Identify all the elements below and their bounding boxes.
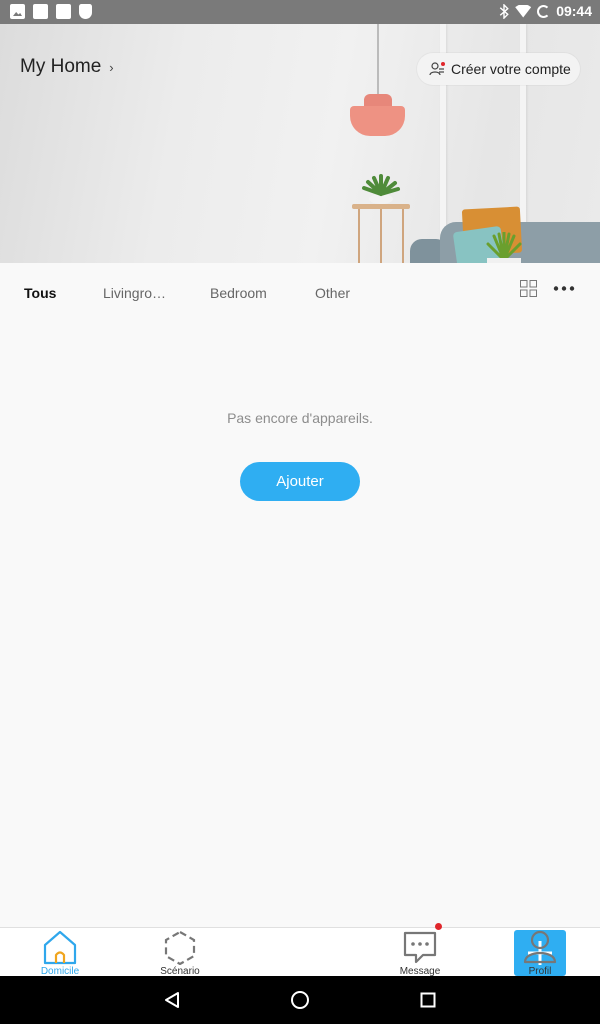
- shield-icon: [79, 4, 92, 19]
- home-circle-icon[interactable]: [290, 990, 310, 1010]
- empty-state-message: Pas encore d'appareils.: [227, 410, 373, 426]
- wifi-icon: [515, 4, 532, 18]
- back-icon[interactable]: [163, 991, 181, 1009]
- bottom-navigation: Domicile Scénario Message Profil: [0, 927, 600, 977]
- nav-item-profil[interactable]: Profil: [480, 928, 600, 977]
- nav-item-message[interactable]: Message: [360, 928, 480, 977]
- nav-item-add[interactable]: [240, 928, 566, 977]
- grid-view-icon[interactable]: [520, 280, 537, 297]
- device-list-area: Pas encore d'appareils. Ajouter: [0, 323, 600, 927]
- battery-icon: [537, 4, 551, 18]
- image-icon: [10, 4, 25, 19]
- calendar-icon: [33, 4, 48, 19]
- plant-image: [362, 174, 400, 204]
- tab-tous[interactable]: Tous: [24, 285, 56, 301]
- create-account-label: Créer votre compte: [451, 61, 571, 77]
- download-icon: [56, 4, 71, 19]
- user-add-icon: [429, 62, 445, 76]
- system-nav-bar: [0, 976, 600, 1024]
- pendant-lamp: [350, 106, 405, 136]
- table-leg: [380, 209, 382, 263]
- message-icon: [403, 931, 437, 964]
- bluetooth-icon: [499, 3, 509, 19]
- nav-item-scenario[interactable]: Scénario: [120, 928, 240, 977]
- recents-icon[interactable]: [420, 992, 436, 1008]
- more-options-icon[interactable]: [553, 280, 575, 297]
- status-bar: 09:44: [0, 0, 600, 24]
- scenario-icon: [164, 930, 196, 965]
- tab-livingroom[interactable]: Livingro…: [103, 285, 166, 301]
- home-name: My Home: [20, 56, 102, 77]
- room-tabs: Tous Livingro… Bedroom Other: [0, 263, 600, 323]
- tab-bedroom[interactable]: Bedroom: [210, 285, 267, 301]
- table-leg: [402, 209, 404, 263]
- header-banner: My Home › Créer votre compte: [0, 24, 600, 263]
- message-badge: [435, 923, 442, 930]
- create-account-button[interactable]: Créer votre compte: [417, 53, 580, 85]
- status-time: 09:44: [556, 3, 592, 19]
- profile-icon: [523, 930, 557, 964]
- add-device-button[interactable]: Ajouter: [240, 462, 360, 501]
- lamp-cord: [377, 24, 379, 94]
- tab-other[interactable]: Other: [315, 285, 350, 301]
- chevron-right-icon: ›: [109, 59, 114, 75]
- table-leg: [358, 209, 360, 263]
- home-icon: [43, 930, 77, 965]
- home-selector[interactable]: My Home ›: [20, 56, 114, 78]
- nav-item-domicile[interactable]: Domicile: [0, 928, 120, 977]
